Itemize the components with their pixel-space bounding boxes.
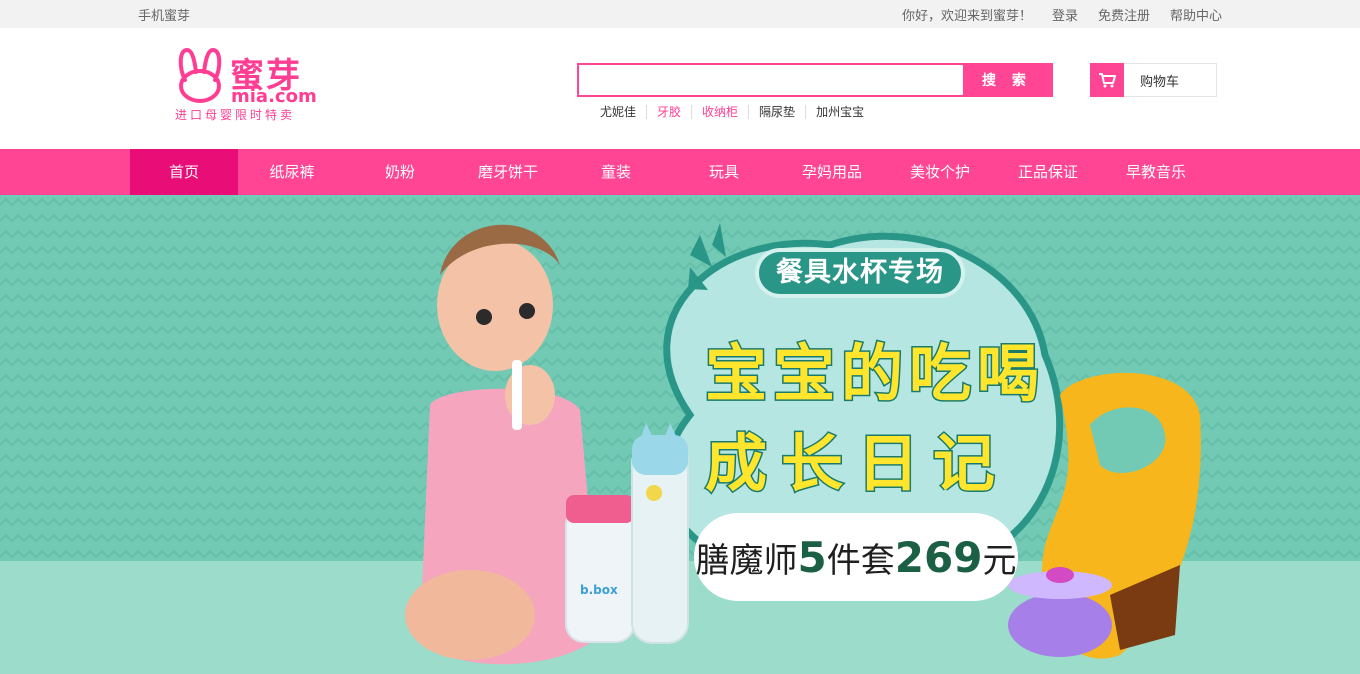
hot-word-link[interactable]: 隔尿垫 [749,105,807,119]
nav-item[interactable]: 纸尿裤 [238,149,346,195]
nav-item[interactable]: 孕妈用品 [778,149,886,195]
nav-item[interactable]: 磨牙饼干 [454,149,562,195]
header: 蜜芽 mia.com 进口母婴限时特卖 搜 索 尤妮佳 牙胶 收纳柜 隔尿垫 加州宝宝 … [0,28,1360,149]
search-bar: 搜 索 [577,63,1053,97]
banner-line-2: 成长日记 [703,426,1010,502]
top-bar: 手机蜜芽 你好，欢迎来到蜜芽！ 登录 免费注册 帮助中心 [0,0,1360,28]
cart-icon [1090,63,1124,97]
hot-word-link[interactable]: 尤妮佳 [590,105,648,119]
promo-banner[interactable]: 餐具水杯专场 宝宝的吃喝 成长日记 膳魔师 5 件套 269 元 b.box [0,195,1360,674]
bottle-brand-label: b.box [580,583,618,597]
mobile-site-link[interactable]: 手机蜜芽 [138,5,190,24]
nav-item[interactable]: 童装 [562,149,670,195]
promo-currency: 元 [982,540,1017,581]
banner-tag: 餐具水杯专场 [755,248,965,298]
register-link[interactable]: 免费注册 [1098,5,1150,24]
banner-headline: 餐具水杯专场 宝宝的吃喝 成长日记 膳魔师 5 件套 269 元 b.box [0,195,1360,674]
login-link[interactable]: 登录 [1052,5,1078,24]
hot-word-link[interactable]: 加州宝宝 [806,105,874,119]
hot-word-link[interactable]: 收纳柜 [692,105,750,119]
main-nav-list: 首页 纸尿裤 奶粉 磨牙饼干 童装 玩具 孕妈用品 美妆个护 正品保证 早教音乐 [130,149,1210,195]
cart-button[interactable]: 购物车 [1090,63,1217,97]
main-nav: 首页 纸尿裤 奶粉 磨牙饼干 童装 玩具 孕妈用品 美妆个护 正品保证 早教音乐 [0,149,1360,195]
hot-word-link[interactable]: 牙胶 [647,105,693,119]
hot-search-words: 尤妮佳 牙胶 收纳柜 隔尿垫 加州宝宝 [590,105,874,119]
welcome-text: 你好，欢迎来到蜜芽！ [901,9,1032,24]
promo-unit: 件套 [826,540,895,581]
cart-label: 购物车 [1140,74,1180,90]
nav-item[interactable]: 美妆个护 [886,149,994,195]
search-input[interactable] [579,65,963,95]
top-bar-user-links: 你好，欢迎来到蜜芽！ 登录 免费注册 帮助中心 [890,5,1222,24]
nav-item[interactable]: 首页 [130,149,238,195]
site-logo[interactable]: 蜜芽 mia.com 进口母婴限时特卖 [175,46,317,126]
nav-item[interactable]: 奶粉 [346,149,454,195]
promo-price: 269 [894,532,983,582]
nav-item[interactable]: 早教音乐 [1102,149,1210,195]
nav-item[interactable]: 正品保证 [994,149,1102,195]
banner-line-1: 宝宝的吃喝 [703,336,1046,412]
promo-brand: 膳魔师 [695,540,798,581]
logo-slogan: 进口母婴限时特卖 [175,108,296,122]
search-button[interactable]: 搜 索 [963,65,1051,95]
logo-domain: mia.com [231,86,317,107]
help-center-link[interactable]: 帮助中心 [1170,5,1222,24]
rabbit-logo-icon [178,47,222,103]
nav-item[interactable]: 玩具 [670,149,778,195]
promo-count: 5 [797,532,827,582]
banner-promo-pill: 膳魔师 5 件套 269 元 [694,513,1018,601]
